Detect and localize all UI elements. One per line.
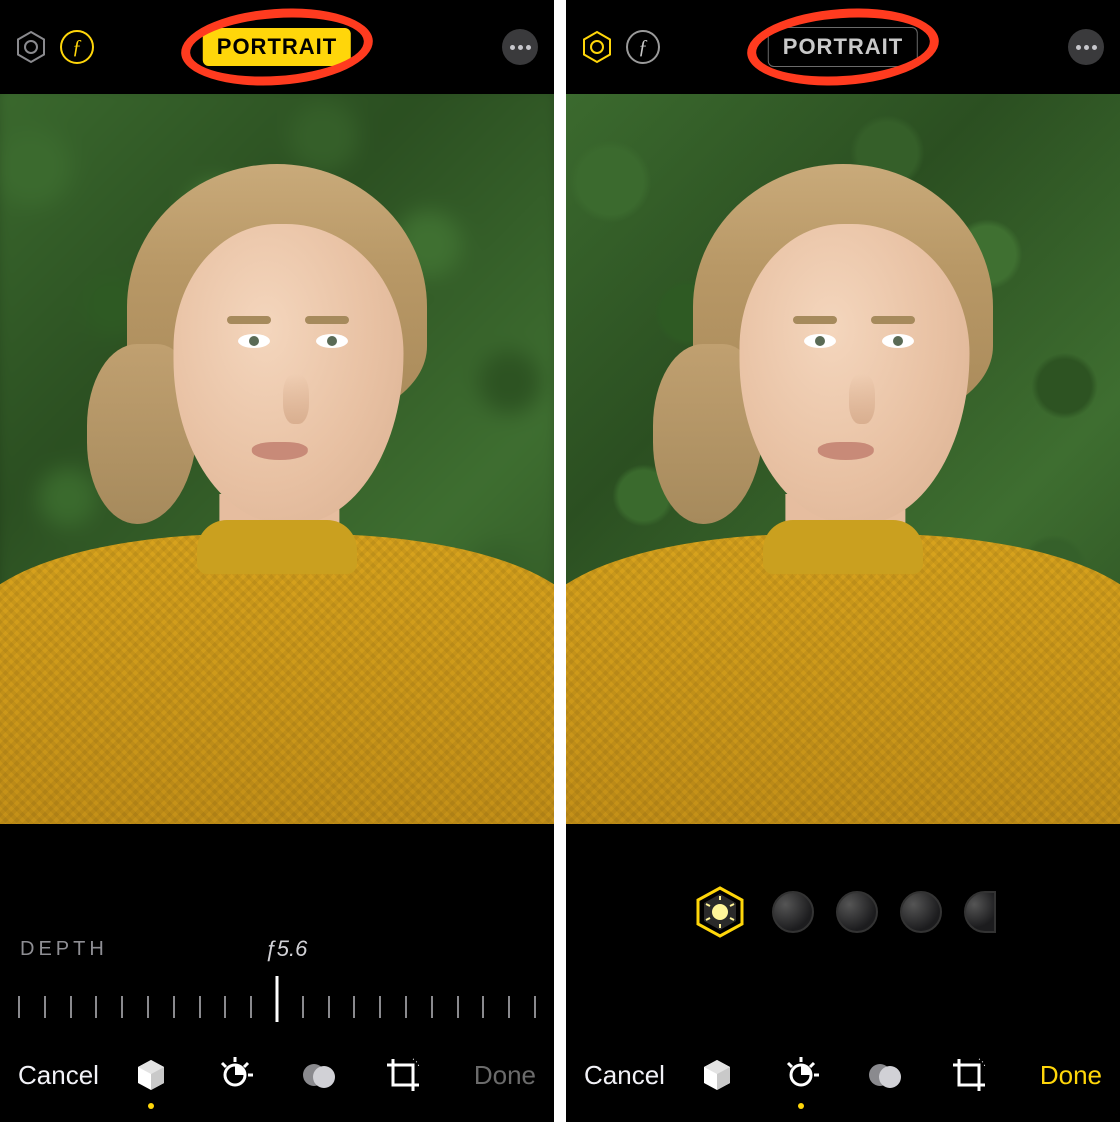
- lighting-option-stage-mono[interactable]: [964, 891, 996, 933]
- tool-portrait-lighting[interactable]: [129, 1053, 173, 1097]
- tool-portrait-lighting[interactable]: [695, 1053, 739, 1097]
- photo-preview[interactable]: [566, 94, 1120, 824]
- screen-left: ƒ PORTRAIT: [0, 0, 554, 1122]
- top-bar: ƒ PORTRAIT: [566, 0, 1120, 94]
- more-options-button[interactable]: [502, 29, 538, 65]
- cancel-button[interactable]: Cancel: [18, 1060, 99, 1091]
- lighting-option-contour[interactable]: [836, 891, 878, 933]
- tool-crop[interactable]: [381, 1053, 425, 1097]
- photo-preview[interactable]: [0, 94, 554, 824]
- done-button[interactable]: Done: [1040, 1060, 1102, 1091]
- lighting-option-natural[interactable]: [690, 882, 750, 942]
- lighting-option-studio[interactable]: [772, 891, 814, 933]
- bottom-toolbar: Cancel Done: [566, 1028, 1120, 1122]
- tool-adjust[interactable]: [213, 1053, 257, 1097]
- cancel-button[interactable]: Cancel: [584, 1060, 665, 1091]
- f-number-icon[interactable]: ƒ: [624, 28, 662, 66]
- depth-control-row: DEPTH ƒ5.6: [0, 910, 554, 968]
- depth-label: DEPTH: [20, 938, 108, 961]
- screen-right: ƒ PORTRAIT: [566, 0, 1120, 1122]
- depth-slider[interactable]: [18, 968, 536, 1028]
- lighting-option-stage[interactable]: [900, 891, 942, 933]
- slider-indicator[interactable]: [276, 976, 279, 1022]
- tool-filters[interactable]: [863, 1053, 907, 1097]
- top-bar: ƒ PORTRAIT: [0, 0, 554, 94]
- portrait-mode-badge[interactable]: PORTRAIT: [203, 28, 351, 66]
- f-number-icon[interactable]: ƒ: [58, 28, 96, 66]
- tool-adjust[interactable]: [779, 1053, 823, 1097]
- tool-filters[interactable]: [297, 1053, 341, 1097]
- lighting-options-row[interactable]: [566, 864, 1120, 942]
- bottom-toolbar: Cancel Done: [0, 1028, 554, 1122]
- more-options-button[interactable]: [1068, 29, 1104, 65]
- tool-crop[interactable]: [947, 1053, 991, 1097]
- portrait-lighting-icon[interactable]: [578, 28, 616, 66]
- portrait-lighting-icon[interactable]: [12, 28, 50, 66]
- depth-value: ƒ5.6: [264, 936, 307, 962]
- done-button[interactable]: Done: [474, 1060, 536, 1091]
- portrait-mode-badge[interactable]: PORTRAIT: [768, 27, 918, 67]
